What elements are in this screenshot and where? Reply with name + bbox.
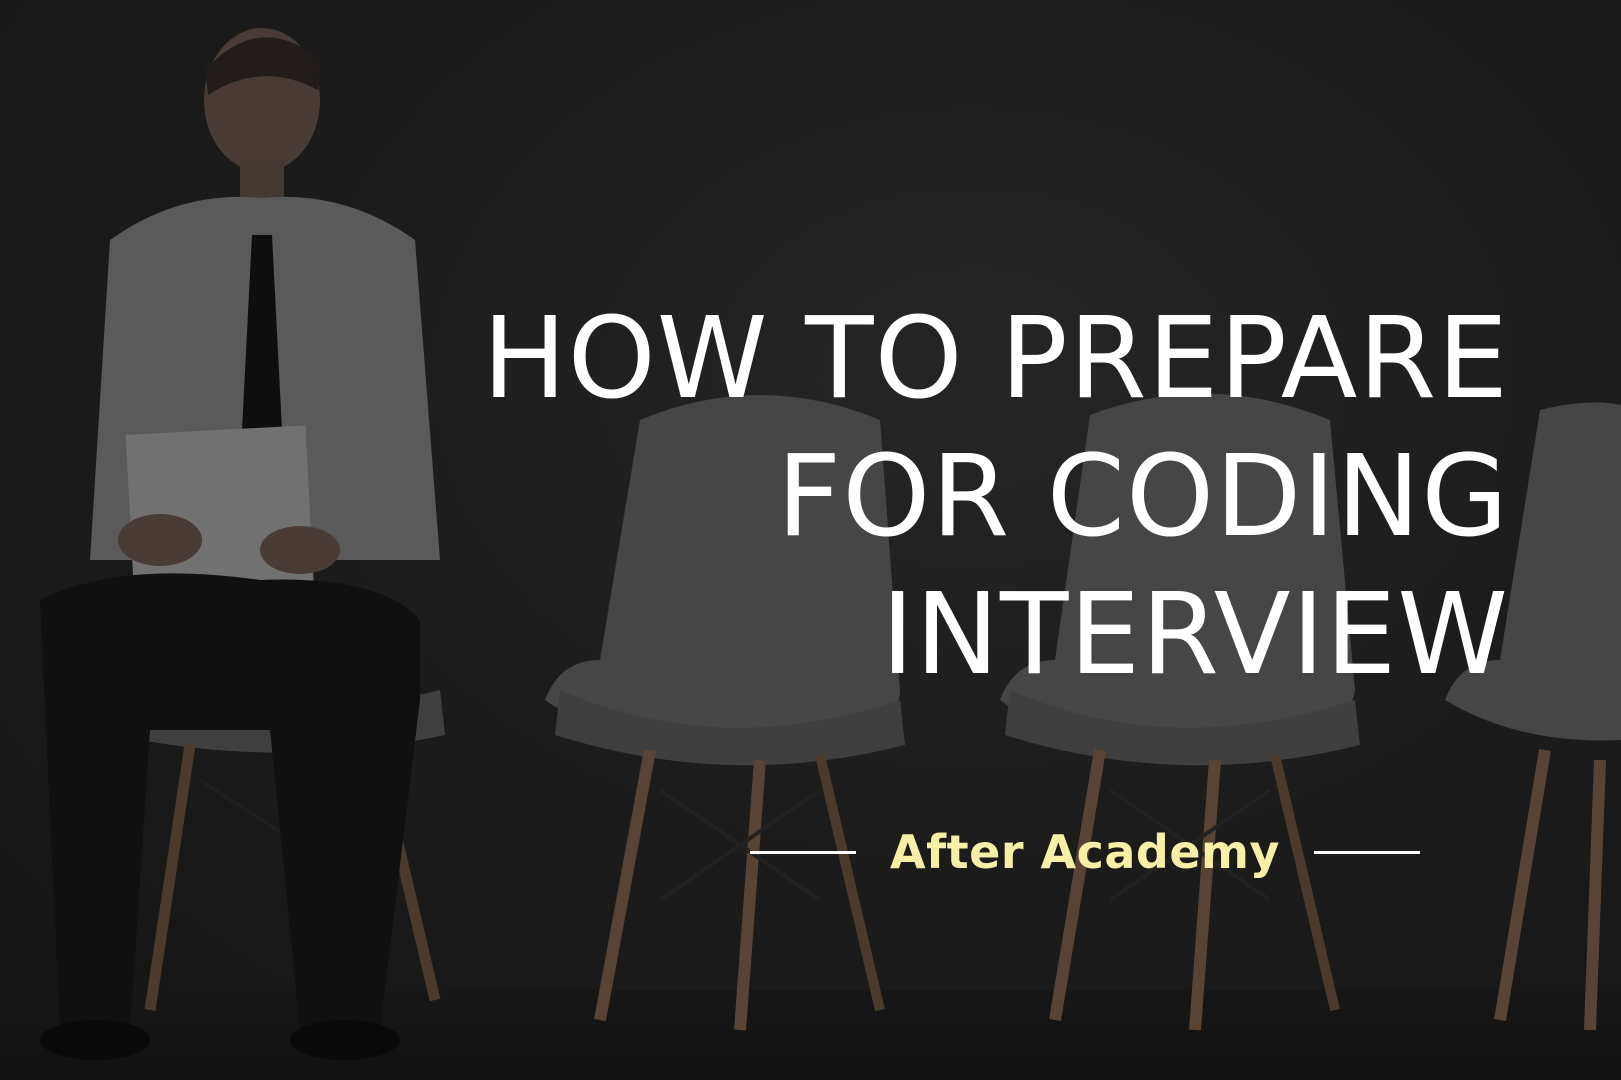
brand-signature: After Academy <box>750 822 1420 882</box>
headline-line-1: HOW TO PREPARE <box>482 294 1509 424</box>
brand-name: After Academy <box>890 825 1280 879</box>
headline-line-3: INTERVIEW <box>881 570 1509 700</box>
hero-banner: HOW TO PREPARE FOR CODING INTERVIEW Afte… <box>0 0 1621 1080</box>
right-divider <box>1313 850 1420 854</box>
headline: HOW TO PREPARE FOR CODING INTERVIEW <box>209 290 1509 704</box>
headline-line-2: FOR CODING <box>776 432 1509 562</box>
left-divider <box>750 850 856 854</box>
